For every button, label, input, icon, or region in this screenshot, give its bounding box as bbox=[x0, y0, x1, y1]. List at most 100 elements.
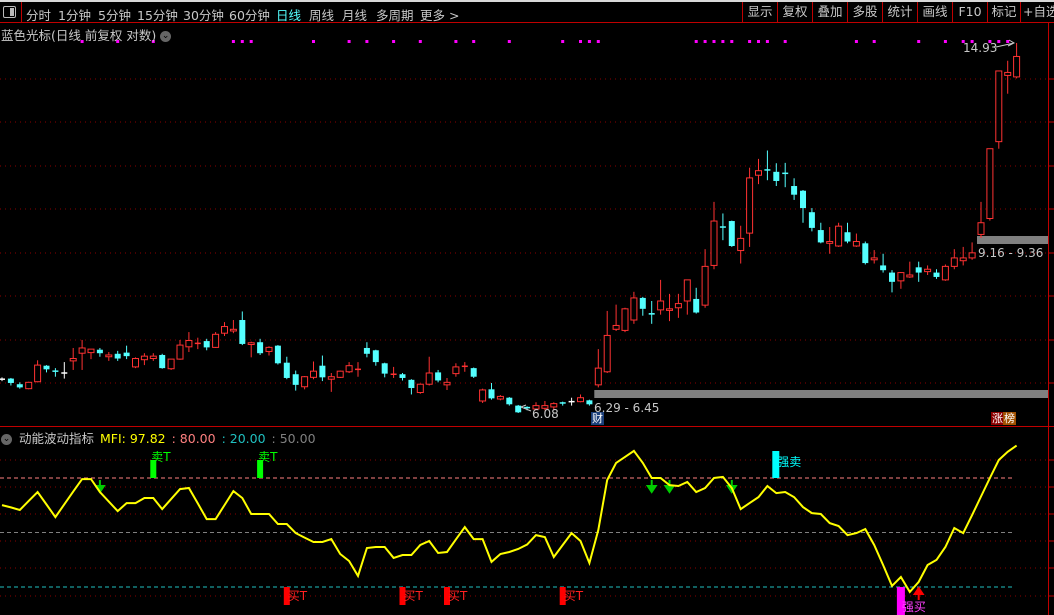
candle-body bbox=[247, 342, 255, 346]
candle bbox=[132, 357, 139, 369]
indicator-title: ⌄ 动能波动指标 MFI: 97.82 : 80.00 : 20.00 : 50… bbox=[1, 428, 318, 447]
candle bbox=[791, 178, 798, 200]
candle-body bbox=[496, 395, 504, 400]
candle bbox=[78, 339, 86, 370]
candle-body bbox=[862, 243, 869, 264]
candle-body bbox=[43, 365, 50, 370]
candle bbox=[728, 220, 735, 247]
candle bbox=[648, 301, 655, 324]
candle-body bbox=[16, 384, 23, 388]
candle bbox=[603, 310, 611, 374]
candle-body bbox=[630, 297, 638, 321]
candle bbox=[140, 353, 148, 366]
candle-body bbox=[577, 397, 584, 403]
candle bbox=[425, 356, 433, 386]
finance-badge[interactable]: 财 bbox=[591, 412, 604, 425]
signal-marker bbox=[579, 40, 582, 43]
candle-body bbox=[25, 381, 33, 390]
candle-body bbox=[140, 355, 148, 361]
candle bbox=[123, 345, 130, 360]
signal-marker bbox=[231, 40, 235, 43]
candle bbox=[336, 370, 344, 378]
candle-body bbox=[728, 221, 735, 247]
candle bbox=[897, 272, 905, 289]
candle-body bbox=[995, 70, 1003, 143]
candle-body bbox=[639, 297, 646, 309]
candle-body bbox=[791, 186, 798, 195]
candle-body bbox=[257, 342, 264, 354]
indicator-name: 动能波动指标 bbox=[18, 431, 94, 446]
candle-body bbox=[889, 272, 895, 282]
candle bbox=[1013, 43, 1021, 79]
candle-body bbox=[977, 222, 985, 235]
candle bbox=[1004, 60, 1012, 94]
candle-body bbox=[78, 347, 86, 354]
candle-body bbox=[808, 212, 815, 228]
signal-marker bbox=[757, 40, 760, 43]
signal-marker bbox=[249, 40, 253, 43]
chart-canvas[interactable]: 14.936.08 6.29 - 6.459.16 - 9.36卖T 卖T买T 买T 买… bbox=[0, 0, 1054, 615]
candle bbox=[889, 270, 895, 293]
candle bbox=[657, 279, 665, 315]
candle-body bbox=[301, 376, 309, 388]
candle-body bbox=[737, 237, 745, 252]
candle bbox=[149, 353, 157, 361]
candle-body bbox=[105, 354, 113, 358]
candle-body bbox=[701, 265, 709, 306]
candle-body bbox=[1004, 71, 1012, 76]
candle bbox=[239, 311, 246, 346]
candle bbox=[870, 250, 878, 264]
candle bbox=[995, 70, 1003, 149]
candle bbox=[683, 279, 691, 315]
candle bbox=[488, 382, 495, 400]
candle bbox=[416, 383, 424, 394]
candle-body bbox=[710, 220, 718, 266]
candle bbox=[959, 246, 967, 266]
rise-rank-badge-2[interactable]: 榜 bbox=[1003, 412, 1016, 425]
candle-body bbox=[941, 265, 949, 281]
low-price-label: 6.08 bbox=[532, 407, 559, 421]
candle bbox=[941, 264, 949, 281]
high-price-label: 14.93 bbox=[963, 41, 997, 55]
buy-t-label: 买T bbox=[564, 589, 584, 603]
candle-body bbox=[986, 148, 994, 219]
signal-marker bbox=[872, 40, 876, 43]
candle bbox=[301, 376, 309, 390]
price-band-label: 9.16 - 9.36 bbox=[978, 246, 1043, 260]
candle bbox=[114, 350, 121, 361]
candle-body bbox=[515, 405, 522, 413]
candle-body bbox=[755, 170, 762, 176]
candle bbox=[159, 353, 166, 369]
chevron-down-icon[interactable]: ⌄ bbox=[1, 434, 12, 445]
candle bbox=[25, 381, 33, 390]
candle bbox=[701, 249, 709, 308]
candle-body bbox=[844, 232, 851, 242]
candle bbox=[852, 233, 860, 247]
down-arrow-icon bbox=[94, 480, 106, 494]
candle bbox=[229, 320, 237, 334]
candle bbox=[666, 293, 673, 322]
level-20-value: : 20.00 bbox=[221, 431, 266, 446]
strong-sell-label: 强卖 bbox=[777, 455, 801, 469]
candle-body bbox=[826, 241, 834, 244]
candle bbox=[710, 201, 718, 270]
candle bbox=[639, 296, 646, 316]
candle bbox=[746, 167, 754, 247]
chevron-down-icon[interactable]: ⌄ bbox=[160, 31, 172, 42]
candle bbox=[515, 404, 522, 413]
candle-body bbox=[924, 268, 932, 273]
candle-body bbox=[950, 257, 958, 267]
candle bbox=[7, 377, 14, 386]
candle-body bbox=[274, 345, 281, 364]
candle-body bbox=[114, 353, 121, 359]
candle bbox=[43, 365, 50, 373]
candle bbox=[408, 379, 415, 395]
candle bbox=[693, 287, 700, 314]
signal-marker bbox=[240, 40, 244, 43]
candle bbox=[559, 401, 566, 406]
candle bbox=[247, 341, 255, 358]
candle bbox=[34, 360, 42, 383]
candle-body bbox=[283, 362, 290, 378]
signal-marker bbox=[587, 40, 591, 43]
signal-marker bbox=[917, 40, 921, 43]
